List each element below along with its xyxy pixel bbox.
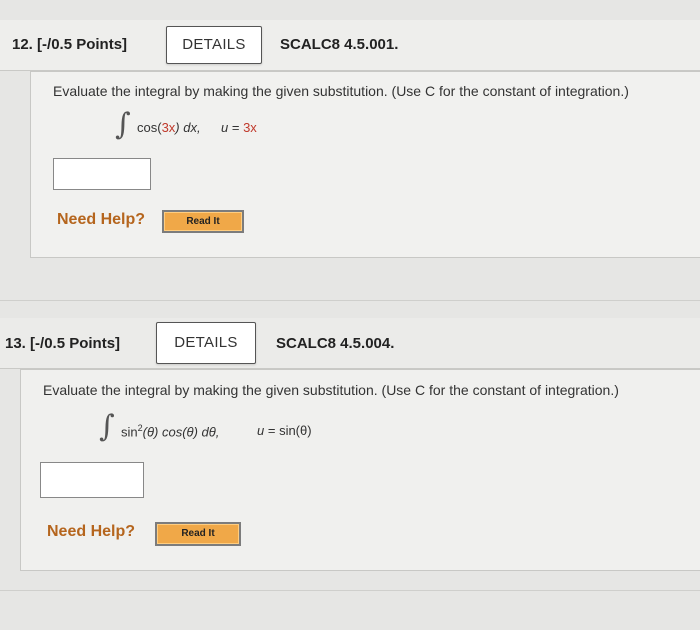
sub-value: 3x <box>243 120 257 135</box>
integrand-rest: (θ) cos(θ) dθ, <box>142 424 220 440</box>
integrand-post: ) dx, <box>175 120 201 135</box>
integrand: sin2(θ) cos(θ) dθ, <box>121 423 219 439</box>
sub-value: sin(θ) <box>279 423 312 438</box>
question-13-header: 13. [-/0.5 Points] DETAILS SCALC8 4.5.00… <box>0 318 700 369</box>
question-12-header: 12. [-/0.5 Points] DETAILS SCALC8 4.5.00… <box>0 20 700 71</box>
question-13-number-points: 13. [-/0.5 Points] <box>5 335 120 352</box>
integrand-pre: cos( <box>137 120 162 135</box>
section-divider <box>0 300 700 301</box>
question-number: 13. <box>5 335 26 352</box>
question-points: [-/0.5 Points] <box>37 36 128 53</box>
sub-equals: = <box>228 120 244 135</box>
question-13-body: Evaluate the integral by making the give… <box>20 369 700 571</box>
integral-symbol: ∫ <box>115 107 131 142</box>
question-code: SCALC8 4.5.001. <box>280 36 399 53</box>
need-help-label: Need Help? <box>47 523 136 540</box>
question-points: [-/0.5 Points] <box>30 335 121 352</box>
answer-input[interactable] <box>40 462 144 498</box>
question-code: SCALC8 4.5.004. <box>276 335 395 352</box>
read-it-button[interactable]: Read It <box>155 522 241 546</box>
need-help-label: Need Help? <box>57 211 146 228</box>
details-button[interactable]: DETAILS <box>156 322 256 364</box>
bottom-divider <box>0 590 700 591</box>
integrand-inner: 3x <box>161 120 176 135</box>
substitution: u = sin(θ) <box>257 423 312 438</box>
details-button[interactable]: DETAILS <box>166 26 262 64</box>
read-it-button[interactable]: Read It <box>162 210 244 233</box>
answer-input[interactable] <box>53 158 151 190</box>
integrand-sin: sin <box>121 424 138 440</box>
question-12-number-points: 12. [-/0.5 Points] <box>12 36 127 53</box>
question-number: 12. <box>12 36 33 53</box>
sub-equals: = <box>264 423 280 438</box>
question-prompt: Evaluate the integral by making the give… <box>53 83 629 99</box>
integrand: cos(3x) dx, <box>137 120 201 135</box>
question-12-body: Evaluate the integral by making the give… <box>30 71 700 258</box>
substitution: u = 3x <box>221 120 257 135</box>
question-prompt: Evaluate the integral by making the give… <box>43 382 619 398</box>
integral-symbol: ∫ <box>99 409 115 444</box>
